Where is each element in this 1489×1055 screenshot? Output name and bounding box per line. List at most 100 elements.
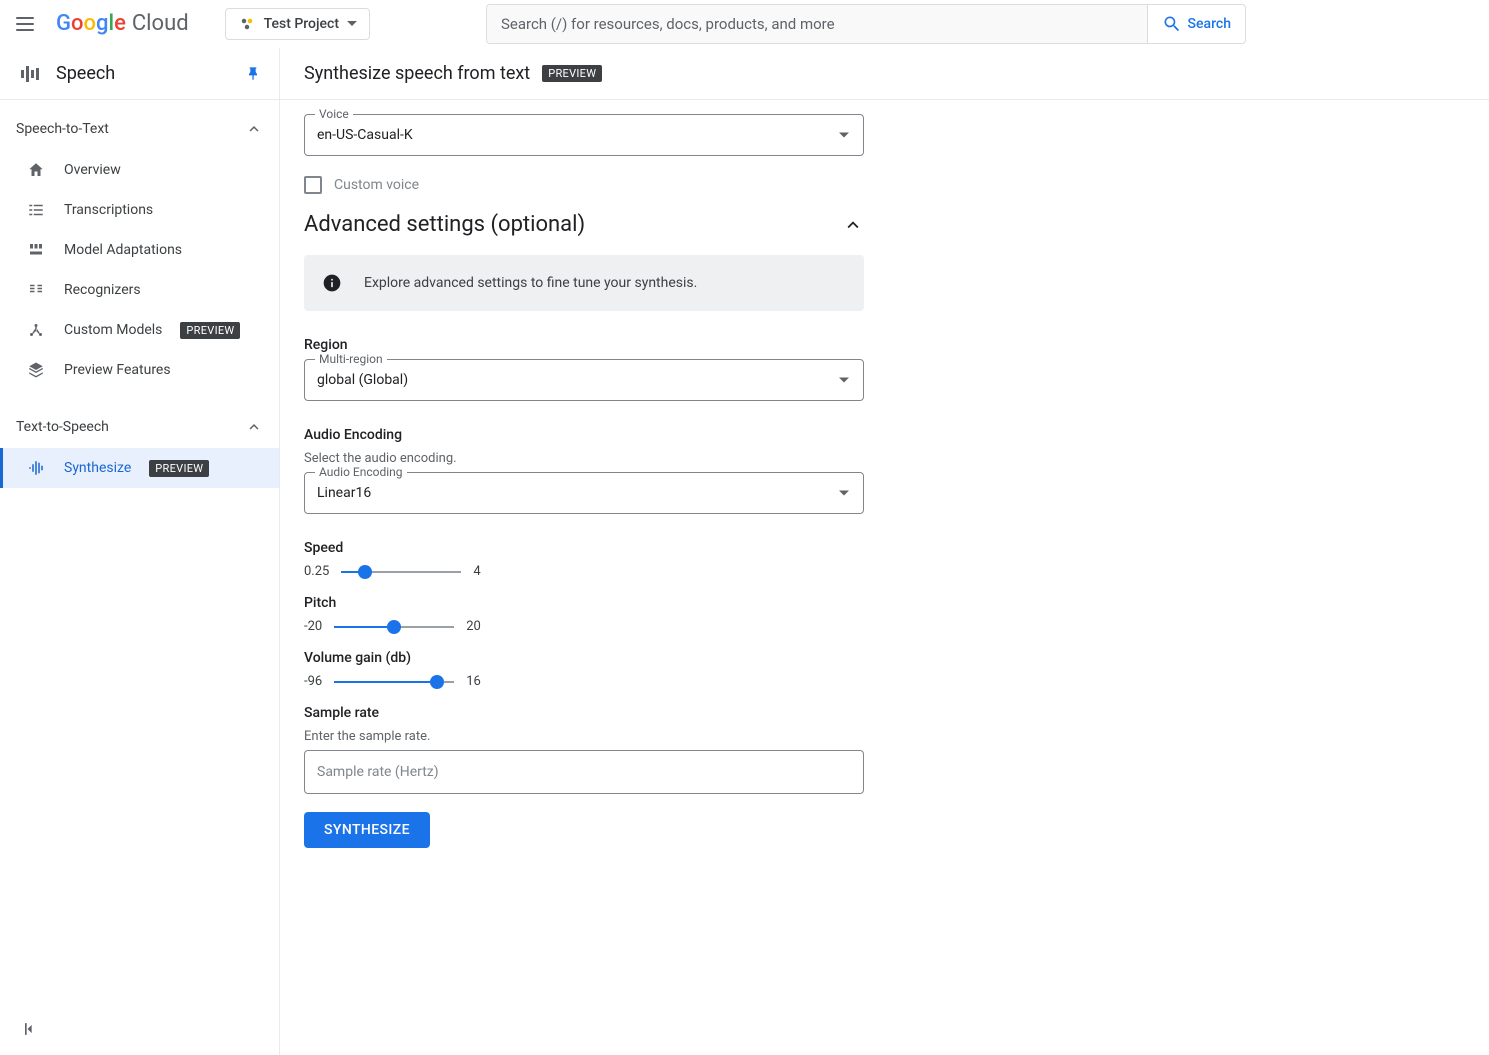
sidebar: Speech Speech-to-Text Overview Transcrip…: [0, 48, 280, 1055]
volume-min: -96: [304, 674, 322, 689]
volume-slider-row: -96 16: [304, 674, 864, 689]
pin-icon[interactable]: [245, 66, 261, 82]
volume-max: 16: [466, 674, 481, 689]
page-title: Synthesize speech from text: [304, 63, 530, 84]
home-icon: [26, 160, 46, 180]
sidebar-collapse[interactable]: [20, 1019, 40, 1043]
pitch-min: -20: [304, 619, 322, 634]
sample-rate-field: [304, 750, 864, 794]
custom-voice-label: Custom voice: [334, 177, 419, 193]
search-button-label: Search: [1188, 16, 1231, 32]
form: Voice en-US-Casual-K Custom voice Advanc…: [304, 114, 864, 848]
nav-item-label: Model Adaptations: [64, 242, 182, 258]
caret-down-icon: [347, 21, 357, 26]
searchbar: Search: [486, 4, 1246, 44]
voice-value: en-US-Casual-K: [305, 115, 863, 155]
nav-transcriptions[interactable]: Transcriptions: [0, 190, 279, 230]
speed-slider[interactable]: [341, 571, 461, 573]
nav-preview-features[interactable]: Preview Features: [0, 350, 279, 390]
section-label: Text-to-Speech: [16, 419, 109, 435]
region-value: global (Global): [305, 360, 863, 400]
region-field-label: Multi-region: [315, 352, 387, 366]
nav-model-adaptations[interactable]: Model Adaptations: [0, 230, 279, 270]
pitch-fill: [334, 626, 394, 628]
sample-rate-helper: Enter the sample rate.: [304, 729, 864, 744]
search-input[interactable]: [487, 5, 1147, 43]
speed-thumb[interactable]: [358, 565, 372, 579]
voice-field-label: Voice: [315, 107, 353, 121]
speed-heading: Speed: [304, 540, 864, 556]
encoding-helper: Select the audio encoding.: [304, 451, 864, 466]
pitch-thumb[interactable]: [387, 620, 401, 634]
project-name: Test Project: [264, 16, 339, 32]
section-label: Speech-to-Text: [16, 121, 109, 137]
layers-icon: [26, 360, 46, 380]
topbar: Google Cloud Test Project Search: [0, 0, 1489, 48]
main: Synthesize speech from text PREVIEW Voic…: [280, 48, 1489, 1055]
speed-slider-row: 0.25 4: [304, 564, 864, 579]
chevron-up-icon: [245, 418, 263, 436]
sidebar-header: Speech: [0, 48, 279, 100]
encoding-heading: Audio Encoding: [304, 427, 864, 443]
project-picker[interactable]: Test Project: [225, 8, 370, 40]
gcp-logo[interactable]: Google Cloud: [56, 11, 189, 36]
nav-item-label: Overview: [64, 162, 121, 178]
info-icon: [322, 273, 342, 293]
adapt-icon: [26, 240, 46, 260]
advanced-settings-title: Advanced settings (optional): [304, 212, 585, 237]
nav-overview[interactable]: Overview: [0, 150, 279, 190]
content: Voice en-US-Casual-K Custom voice Advanc…: [280, 100, 1489, 888]
region-select[interactable]: Multi-region global (Global): [304, 359, 864, 401]
pitch-slider[interactable]: [334, 626, 454, 628]
collapse-icon: [20, 1019, 40, 1039]
speed-min: 0.25: [304, 564, 329, 579]
search-button[interactable]: Search: [1147, 5, 1245, 43]
nav-section-stt: Speech-to-Text Overview Transcriptions M…: [0, 100, 279, 398]
nav-synthesize[interactable]: Synthesize PREVIEW: [0, 448, 279, 488]
nav-recognizers[interactable]: Recognizers: [0, 270, 279, 310]
logo-cloud-text: Cloud: [132, 11, 189, 36]
menu-icon[interactable]: [16, 12, 40, 36]
pitch-slider-row: -20 20: [304, 619, 864, 634]
encoding-select[interactable]: Audio Encoding Linear16: [304, 472, 864, 514]
sample-rate-heading: Sample rate: [304, 705, 864, 721]
chevron-up-icon: [842, 214, 864, 236]
section-header-tts[interactable]: Text-to-Speech: [0, 406, 279, 448]
recognizer-icon: [26, 280, 46, 300]
speech-product-icon: [18, 62, 42, 86]
synthesize-icon: [26, 458, 46, 478]
page-preview-badge: PREVIEW: [542, 65, 602, 82]
nav-custom-models[interactable]: Custom Models PREVIEW: [0, 310, 279, 350]
synthesize-button[interactable]: SYNTHESIZE: [304, 812, 430, 848]
volume-heading: Volume gain (db): [304, 650, 864, 666]
nav-item-label: Recognizers: [64, 282, 141, 298]
custom-voice-checkbox[interactable]: [304, 176, 322, 194]
info-banner-text: Explore advanced settings to fine tune y…: [364, 275, 697, 291]
sample-rate-input[interactable]: [305, 751, 863, 793]
workspace: Speech Speech-to-Text Overview Transcrip…: [0, 48, 1489, 1055]
speed-max: 4: [473, 564, 480, 579]
nav-item-label: Transcriptions: [64, 202, 153, 218]
pitch-max: 20: [466, 619, 481, 634]
voice-select[interactable]: Voice en-US-Casual-K: [304, 114, 864, 156]
search-icon: [1162, 14, 1182, 34]
advanced-settings-header[interactable]: Advanced settings (optional): [304, 212, 864, 237]
preview-badge: PREVIEW: [149, 460, 209, 477]
sidebar-title: Speech: [56, 63, 231, 84]
info-banner: Explore advanced settings to fine tune y…: [304, 255, 864, 311]
encoding-value: Linear16: [305, 473, 863, 513]
preview-badge: PREVIEW: [180, 322, 240, 339]
section-header-stt[interactable]: Speech-to-Text: [0, 108, 279, 150]
model-icon: [26, 320, 46, 340]
region-heading: Region: [304, 337, 864, 353]
nav-section-tts: Text-to-Speech Synthesize PREVIEW: [0, 398, 279, 496]
list-icon: [26, 200, 46, 220]
logo-google-text: Google: [56, 11, 126, 36]
volume-slider[interactable]: [334, 681, 454, 683]
encoding-field-label: Audio Encoding: [315, 465, 407, 479]
volume-fill: [334, 681, 437, 683]
nav-item-label: Preview Features: [64, 362, 171, 378]
project-icon: [238, 15, 256, 33]
pitch-heading: Pitch: [304, 595, 864, 611]
volume-thumb[interactable]: [430, 675, 444, 689]
